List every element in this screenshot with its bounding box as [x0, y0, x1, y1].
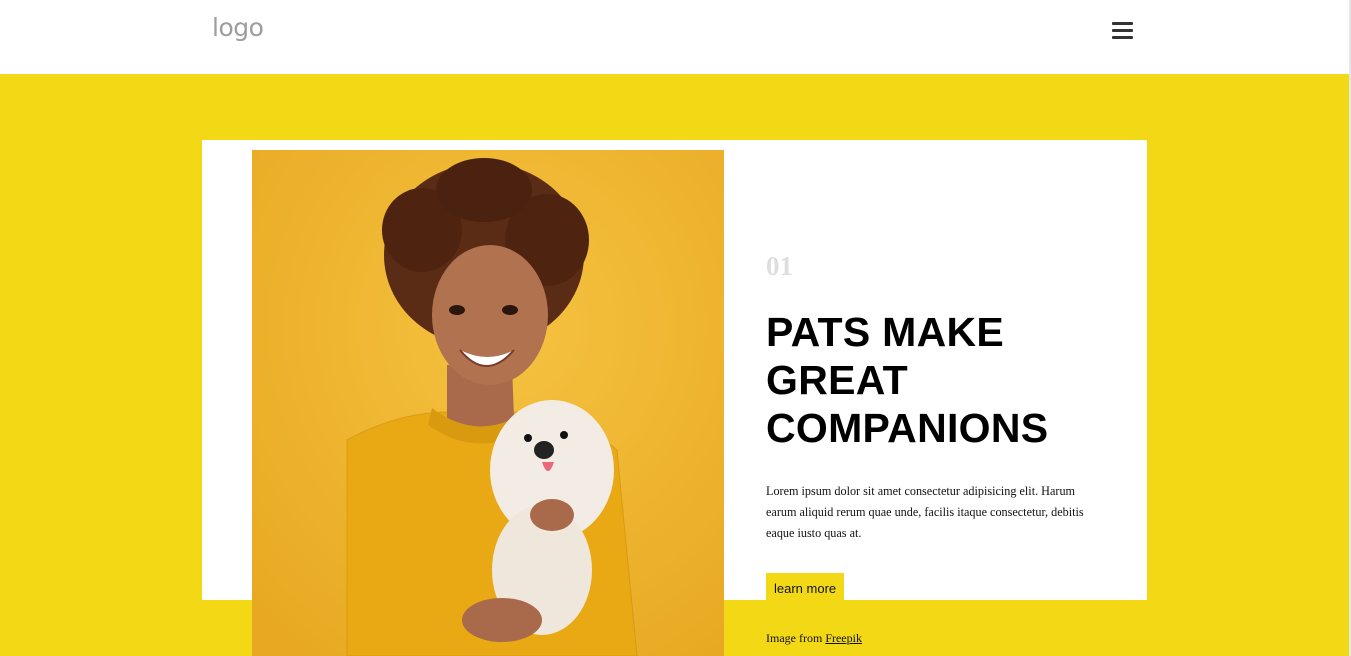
hero-title: PATS MAKE GREAT COMPANIONS [766, 309, 1049, 451]
learn-more-button[interactable]: learn more [766, 573, 845, 605]
image-credit: Image from Freepik [766, 631, 1096, 646]
hero-description: Lorem ipsum dolor sit amet consectetur a… [766, 484, 1084, 540]
hamburger-menu-icon[interactable] [1111, 20, 1135, 42]
site-header: logo [0, 0, 1349, 74]
hero-image-woman-with-dog [252, 150, 724, 656]
freepik-link[interactable]: Freepik [825, 631, 862, 645]
logo[interactable]: logo [212, 13, 264, 42]
slide-number: 01 [766, 251, 793, 281]
credit-prefix: Image from [766, 631, 826, 645]
hero-content: 01 PATS MAKE GREAT COMPANIONS Lorem ipsu… [766, 250, 1096, 646]
